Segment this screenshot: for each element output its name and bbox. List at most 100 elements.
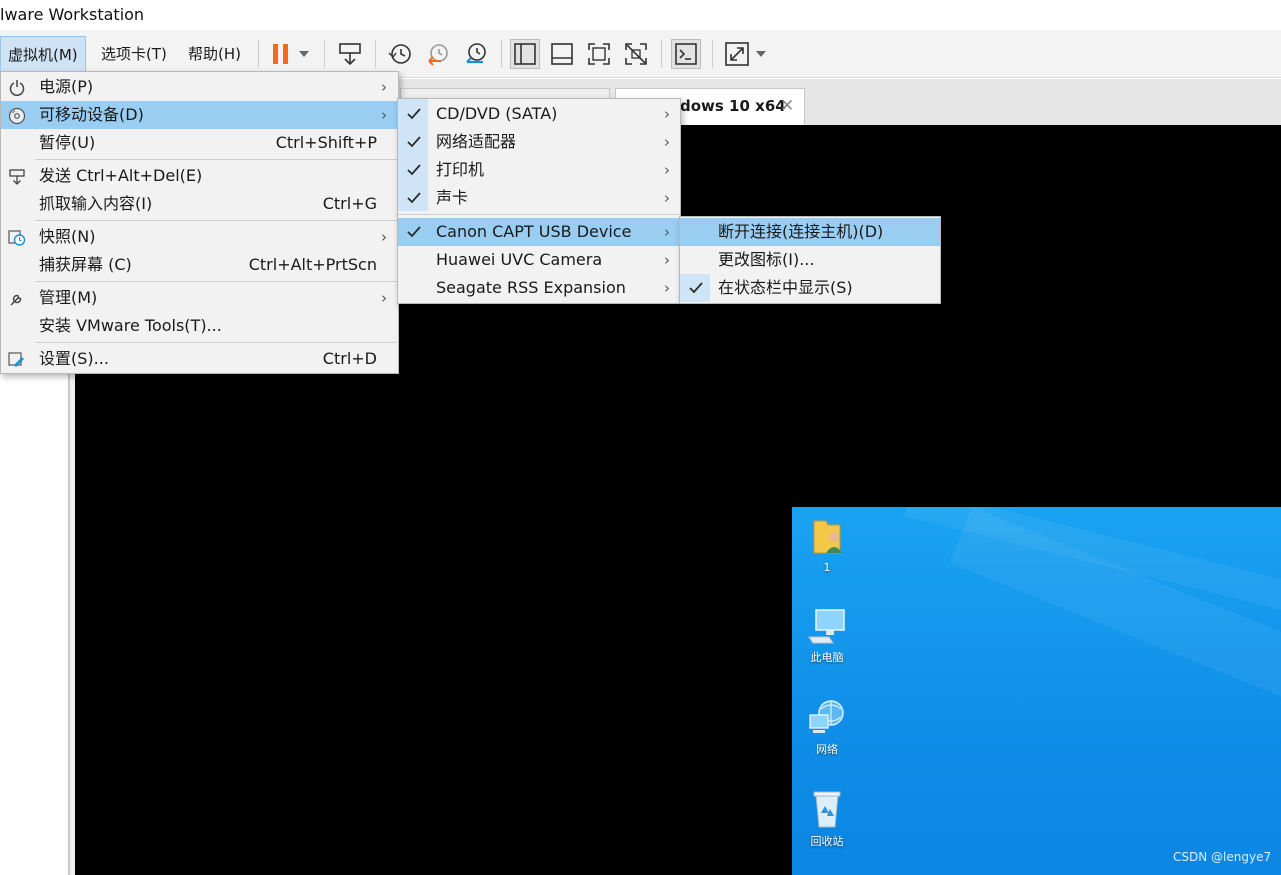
send-keys-icon bbox=[9, 169, 25, 185]
menu-item-shortcut: Ctrl+G bbox=[322, 194, 377, 213]
send-keys-icon bbox=[339, 43, 361, 66]
network-icon bbox=[809, 700, 844, 733]
menu-item-pause[interactable]: 暂停(U) Ctrl+Shift+P bbox=[1, 129, 398, 157]
menu-item-snapshot[interactable]: 快照(N) › bbox=[1, 223, 398, 251]
unity-disabled-icon bbox=[625, 43, 647, 65]
menu-separator bbox=[35, 220, 397, 221]
power-icon bbox=[9, 80, 25, 96]
stretch-dropdown-button[interactable] bbox=[752, 39, 770, 69]
menu-item-network-adapter[interactable]: 网络适配器 › bbox=[398, 128, 680, 156]
menu-item-change-icon[interactable]: 更改图标(I)... bbox=[680, 246, 940, 274]
menu-item-label: CD/DVD (SATA) bbox=[436, 104, 558, 123]
submenu-arrow: › bbox=[664, 251, 670, 269]
toolbar-separator bbox=[324, 40, 325, 68]
menu-item-seagate-rss-expansion[interactable]: Seagate RSS Expansion › bbox=[398, 274, 680, 302]
menu-item-disconnect[interactable]: 断开连接(连接主机)(D) bbox=[680, 218, 940, 246]
menu-item-canon-capt-usb[interactable]: Canon CAPT USB Device › bbox=[398, 218, 680, 246]
snapshot-manager-icon bbox=[466, 43, 486, 64]
full-screen-button[interactable] bbox=[584, 39, 614, 69]
revert-snapshot-button[interactable] bbox=[423, 39, 453, 69]
menu-item-label: 网络适配器 bbox=[436, 132, 517, 151]
menu-vm[interactable]: 虚拟机(M) bbox=[0, 36, 86, 72]
menu-item-label: 暂停(U) bbox=[39, 133, 96, 152]
menu-item-label: 断开连接(连接主机)(D) bbox=[718, 222, 884, 241]
menu-tabs[interactable]: 选项卡(T) bbox=[94, 36, 174, 72]
menu-item-label: Canon CAPT USB Device bbox=[436, 222, 632, 241]
vm-menu: 电源(P) › 可移动设备(D) › 暂停(U) Ctrl+Shift+P 发送… bbox=[0, 71, 399, 374]
menu-item-install-vmware-tools[interactable]: 安装 VMware Tools(T)... bbox=[1, 312, 398, 340]
menu-item-removable-devices[interactable]: 可移动设备(D) › bbox=[1, 101, 398, 129]
menu-item-power[interactable]: 电源(P) › bbox=[1, 73, 398, 101]
snapshot-manager-button[interactable] bbox=[461, 39, 491, 69]
menu-item-shortcut: Ctrl+Shift+P bbox=[275, 133, 377, 152]
terminal-icon bbox=[675, 43, 697, 65]
menu-item-label: 快照(N) bbox=[39, 227, 96, 246]
stretch-guest-button[interactable] bbox=[722, 39, 752, 69]
submenu-arrow: › bbox=[381, 78, 387, 96]
submenu-arrow: › bbox=[381, 106, 387, 124]
desktop-icon-label: 网络 bbox=[816, 743, 838, 756]
checkmark-icon bbox=[407, 136, 421, 148]
desktop-icon-user-folder[interactable]: 1 bbox=[792, 517, 862, 574]
menu-item-shortcut: Ctrl+Alt+PrtScn bbox=[248, 255, 377, 274]
menu-item-label: 可移动设备(D) bbox=[39, 105, 144, 124]
console-view-button[interactable] bbox=[671, 39, 701, 69]
submenu-arrow: › bbox=[664, 189, 670, 207]
snapshot-icon bbox=[8, 230, 26, 246]
menu-item-send-ctrl-alt-del[interactable]: 发送 Ctrl+Alt+Del(E) bbox=[1, 162, 398, 190]
menu-item-manage[interactable]: 管理(M) › bbox=[1, 284, 398, 312]
desktop-icon-this-pc[interactable]: 此电脑 bbox=[792, 607, 862, 665]
desktop-icon-recycle-bin[interactable]: 回收站 bbox=[792, 789, 862, 849]
full-screen-icon bbox=[588, 43, 610, 65]
menu-item-label: 设置(S)... bbox=[39, 349, 109, 368]
wrench-icon bbox=[10, 294, 22, 306]
this-pc-icon bbox=[808, 609, 845, 644]
menu-separator bbox=[35, 281, 397, 282]
menu-item-grab-input[interactable]: 抓取输入内容(I) Ctrl+G bbox=[1, 190, 398, 218]
checkmark-icon bbox=[407, 226, 421, 238]
toolbar-separator bbox=[661, 40, 662, 68]
menu-item-label: 捕获屏幕 (C) bbox=[39, 255, 132, 274]
menu-separator bbox=[35, 159, 397, 160]
submenu-arrow: › bbox=[664, 161, 670, 179]
guest-desktop[interactable]: 1 此电脑 网络 回收站 bbox=[792, 507, 1281, 875]
menu-item-label: 打印机 bbox=[436, 160, 485, 179]
menu-item-capture-screen[interactable]: 捕获屏幕 (C) Ctrl+Alt+PrtScn bbox=[1, 251, 398, 279]
menu-item-settings[interactable]: 设置(S)... Ctrl+D bbox=[1, 345, 398, 373]
checkmark-icon bbox=[689, 282, 703, 294]
toolbar-separator bbox=[712, 40, 713, 68]
chevron-down-icon bbox=[299, 51, 309, 57]
thumbnail-bar-button[interactable] bbox=[547, 39, 577, 69]
show-library-button[interactable] bbox=[510, 39, 540, 69]
tab-close-button[interactable]: ✕ bbox=[780, 96, 794, 116]
menu-item-show-in-status-bar[interactable]: 在状态栏中显示(S) bbox=[680, 274, 940, 302]
submenu-arrow: › bbox=[664, 279, 670, 297]
menu-item-sound-card[interactable]: 声卡 › bbox=[398, 184, 680, 212]
menu-item-label: 电源(P) bbox=[39, 77, 94, 96]
submenu-arrow: › bbox=[664, 105, 670, 123]
checkmark-icon bbox=[407, 192, 421, 204]
menu-item-printer[interactable]: 打印机 › bbox=[398, 156, 680, 184]
desktop-icon-network[interactable]: 网络 bbox=[792, 697, 862, 757]
menu-help[interactable]: 帮助(H) bbox=[181, 36, 248, 72]
menu-item-label: 安装 VMware Tools(T)... bbox=[39, 316, 222, 335]
pause-icon bbox=[273, 44, 288, 64]
submenu-arrow: › bbox=[664, 133, 670, 151]
pause-button[interactable] bbox=[266, 39, 296, 69]
menu-item-cd-dvd[interactable]: CD/DVD (SATA) › bbox=[398, 100, 680, 128]
menu-item-label: 声卡 bbox=[436, 188, 469, 207]
toolbar-separator bbox=[375, 40, 376, 68]
user-folder-icon bbox=[813, 520, 842, 554]
menu-item-huawei-uvc-camera[interactable]: Huawei UVC Camera › bbox=[398, 246, 680, 274]
desktop-icon-label: 1 bbox=[823, 561, 831, 574]
take-snapshot-button[interactable] bbox=[385, 39, 415, 69]
submenu-arrow: › bbox=[381, 289, 387, 307]
send-ctrl-alt-del-button[interactable] bbox=[335, 39, 365, 69]
menu-separator bbox=[35, 342, 397, 343]
submenu-arrow: › bbox=[381, 228, 387, 246]
tab-windows-10-title: dows 10 x64 bbox=[680, 97, 786, 115]
unity-button[interactable] bbox=[621, 39, 651, 69]
pause-dropdown-button[interactable] bbox=[294, 39, 314, 69]
snapshot-clock-icon bbox=[388, 44, 411, 64]
revert-snapshot-icon bbox=[428, 44, 448, 66]
